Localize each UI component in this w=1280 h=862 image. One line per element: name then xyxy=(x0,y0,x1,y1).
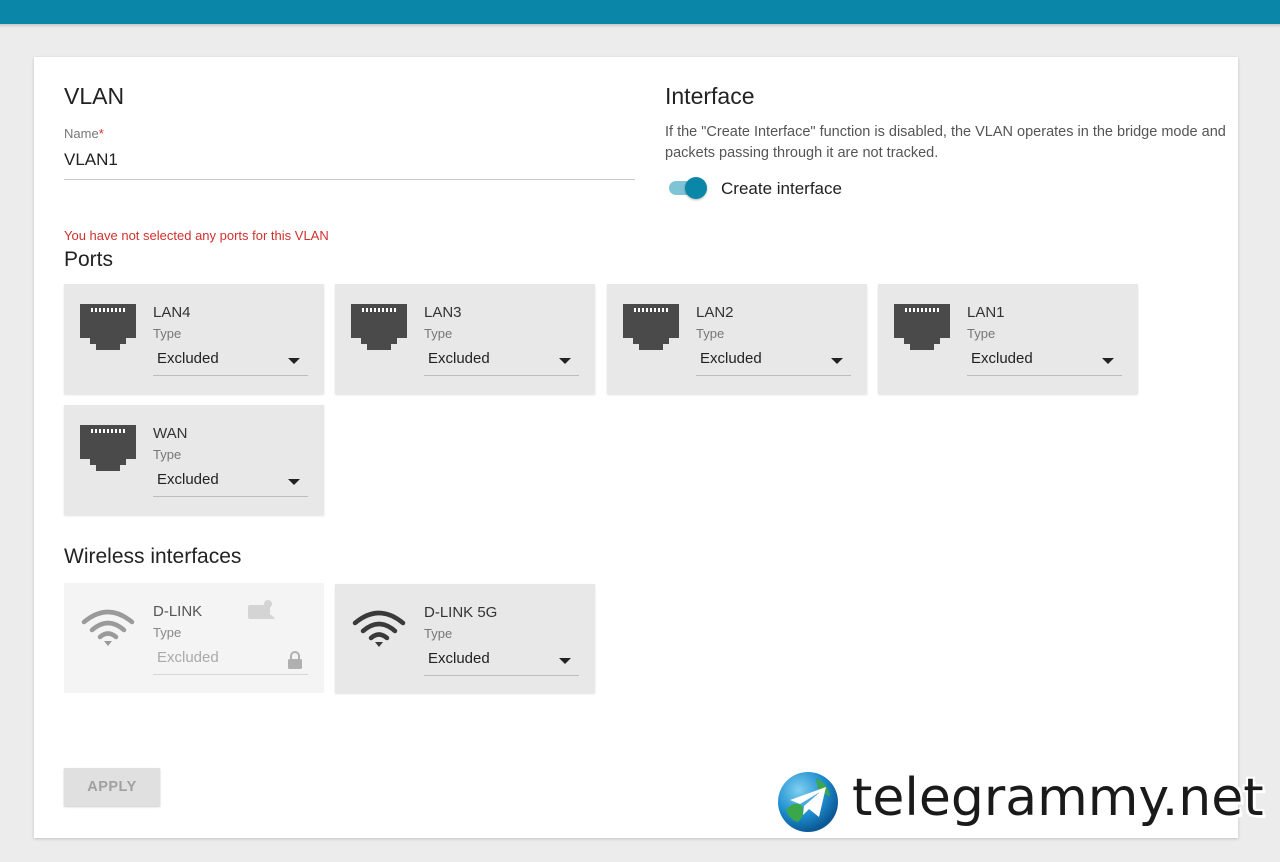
interface-description: If the "Create Interface" function is di… xyxy=(665,124,1226,161)
name-field-label: Name* xyxy=(64,126,104,141)
ethernet-port-icon xyxy=(623,304,679,350)
vlan-name-input[interactable]: VLAN1 xyxy=(64,150,118,170)
toggle-knob xyxy=(685,177,707,199)
watermark-text: telegrammy.net xyxy=(852,768,1264,828)
ethernet-port-icon xyxy=(80,425,136,471)
wireless-type-value: Excluded xyxy=(428,650,490,667)
caret-down-icon xyxy=(831,358,843,364)
wireless-section-title: Wireless interfaces xyxy=(64,545,242,568)
vlan-section-title: VLAN xyxy=(64,83,125,109)
watermark: telegrammy.net xyxy=(776,768,1266,836)
lock-icon xyxy=(288,651,302,669)
telegram-globe-icon xyxy=(778,772,838,832)
port-type-value: Excluded xyxy=(428,350,490,367)
no-ports-warning: You have not selected any ports for this… xyxy=(64,228,329,243)
port-type-value: Excluded xyxy=(157,350,219,367)
port-name: LAN4 xyxy=(153,304,191,321)
port-type-label: Type xyxy=(696,326,725,341)
wireless-type-value: Excluded xyxy=(157,649,219,666)
port-card-lan2: LAN2 Type Excluded xyxy=(607,284,867,394)
wireless-type-label: Type xyxy=(153,625,182,640)
port-type-select-lan4[interactable]: Excluded xyxy=(153,346,308,376)
vlan-settings-card: VLAN Name* VLAN1 Interface If the "Creat… xyxy=(34,57,1238,838)
port-type-value: Excluded xyxy=(700,350,762,367)
port-type-select-wan[interactable]: Excluded xyxy=(153,467,308,497)
ethernet-port-icon xyxy=(894,304,950,350)
apply-button[interactable]: APPLY xyxy=(64,768,160,806)
caret-down-icon xyxy=(559,658,571,664)
caret-down-icon xyxy=(288,358,300,364)
caret-down-icon xyxy=(1102,358,1114,364)
wireless-name: D-LINK 5G xyxy=(424,604,498,621)
port-type-value: Excluded xyxy=(971,350,1033,367)
ports-section-title: Ports xyxy=(64,248,114,271)
port-type-select-lan1[interactable]: Excluded xyxy=(967,346,1122,376)
port-name: LAN2 xyxy=(696,304,734,321)
wireless-type-label: Type xyxy=(424,626,453,641)
wireless-type-select-dlink: Excluded xyxy=(153,645,308,675)
port-type-select-lan2[interactable]: Excluded xyxy=(696,346,851,376)
port-type-label: Type xyxy=(967,326,996,341)
wifi-icon xyxy=(352,610,406,647)
top-header-bar xyxy=(0,0,1280,24)
header-shadow xyxy=(0,24,1280,28)
name-input-underline xyxy=(64,179,635,180)
port-card-lan4: LAN4 Type Excluded xyxy=(64,284,324,394)
create-interface-toggle[interactable] xyxy=(669,176,709,200)
ethernet-port-icon xyxy=(80,304,136,350)
interface-section-title: Interface xyxy=(665,83,755,109)
wireless-name: D-LINK xyxy=(153,603,203,620)
port-name: WAN xyxy=(153,425,188,442)
wireless-type-select-dlink-5g[interactable]: Excluded xyxy=(424,646,579,676)
required-mark: * xyxy=(98,126,104,141)
port-type-label: Type xyxy=(153,447,182,462)
wifi-icon xyxy=(81,609,135,646)
create-interface-label: Create interface xyxy=(721,179,842,198)
port-card-lan3: LAN3 Type Excluded xyxy=(335,284,595,394)
port-type-select-lan3[interactable]: Excluded xyxy=(424,346,579,376)
wireless-card-dlink-5g: D-LINK 5G Type Excluded xyxy=(335,584,595,693)
caret-down-icon xyxy=(288,479,300,485)
port-type-value: Excluded xyxy=(157,471,219,488)
port-type-label: Type xyxy=(424,326,453,341)
port-type-label: Type xyxy=(153,326,182,341)
port-card-lan1: LAN1 Type Excluded xyxy=(878,284,1138,394)
wireless-card-dlink: D-LINK Type Excluded xyxy=(64,583,324,693)
caret-down-icon xyxy=(559,358,571,364)
port-name: LAN1 xyxy=(967,304,1005,321)
port-name: LAN3 xyxy=(424,304,462,321)
guest-network-icon xyxy=(248,600,275,619)
port-card-wan: WAN Type Excluded xyxy=(64,405,324,515)
ethernet-port-icon xyxy=(351,304,407,350)
